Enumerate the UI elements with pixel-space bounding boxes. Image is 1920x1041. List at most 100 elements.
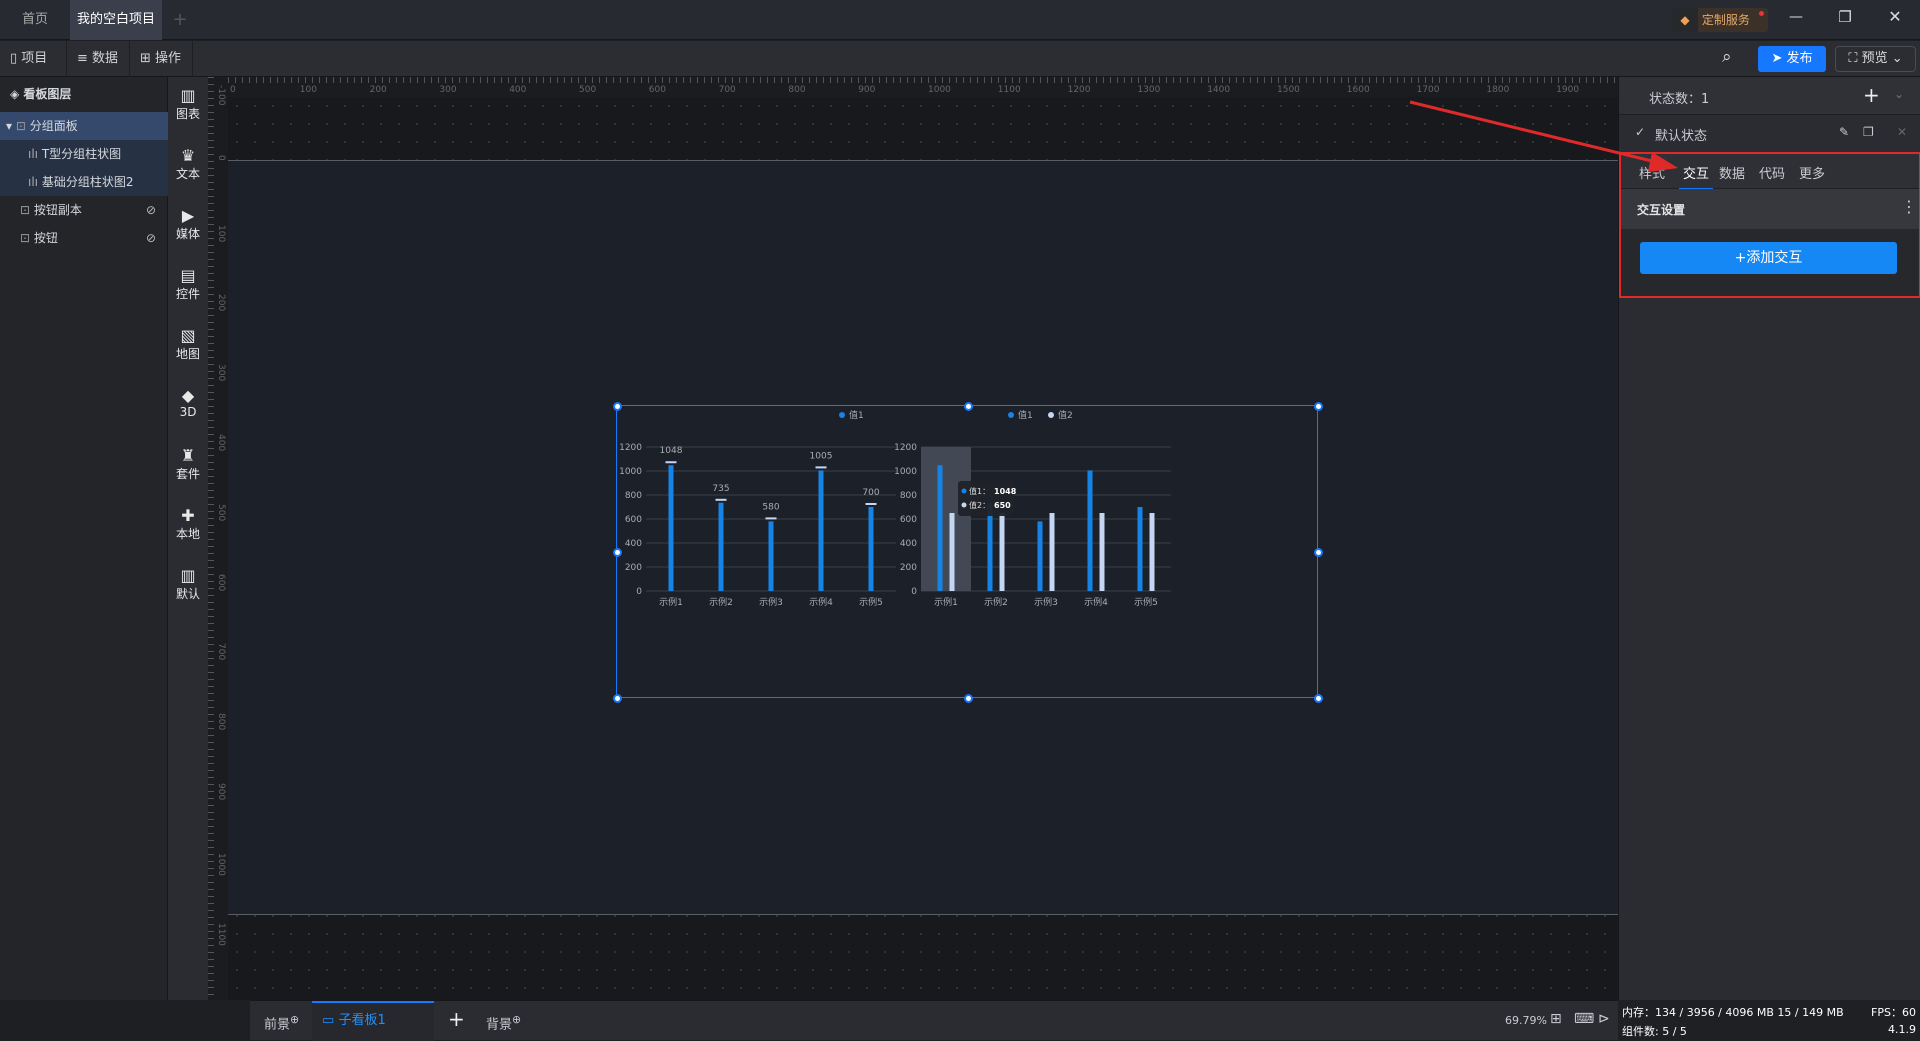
- y-tick-label: 400: [900, 539, 917, 549]
- more-vertical-icon[interactable]: ⋮: [1901, 197, 1917, 216]
- component-bar-chart[interactable]: ▥ 图表: [168, 87, 208, 122]
- restore-button[interactable]: ❐: [1833, 8, 1857, 26]
- layers-icon: ◈: [10, 87, 20, 101]
- ruler-tick: 900: [858, 85, 876, 95]
- subboard-tab[interactable]: ▭ 子看板1: [312, 1001, 434, 1041]
- y-tick-label: 0: [911, 587, 917, 597]
- layer-button-copy[interactable]: ⊡ 按钮副本 ⊘: [0, 196, 168, 224]
- ruler-tick: 700: [718, 85, 736, 95]
- layers-header: ◈ 看板图层: [0, 77, 168, 112]
- add-subboard-button[interactable]: +: [448, 1007, 465, 1031]
- bar: [1099, 513, 1105, 591]
- component-widget[interactable]: ▤ 控件: [168, 267, 208, 302]
- layer-label: T型分组柱状图: [41, 147, 122, 161]
- bar-cap: [715, 498, 727, 501]
- tooltip-value: 650: [994, 501, 1011, 510]
- crown-icon: ♛: [180, 146, 196, 165]
- copy-icon[interactable]: ❐: [1863, 125, 1874, 139]
- bar: [818, 470, 824, 591]
- bar-cap: [815, 466, 827, 469]
- menu-operate[interactable]: ⊞ 操作 ⌄: [130, 41, 193, 102]
- bar-cap: [665, 461, 677, 464]
- tab-0[interactable]: 样式: [1639, 163, 1665, 182]
- menu-data[interactable]: ≡ 数据 ⌄: [67, 41, 130, 102]
- bar: [1049, 513, 1055, 591]
- background-tab[interactable]: 背景⊕: [486, 1013, 521, 1032]
- tab-1[interactable]: 交互: [1679, 163, 1714, 190]
- x-tick-label: 示例2: [709, 596, 733, 608]
- memory-usage: 内存：134 / 3956 / 4096 MB 15 / 149 MB: [1622, 1006, 1844, 1019]
- chevron-down-icon[interactable]: ⌄: [1894, 87, 1904, 101]
- close-button[interactable]: ✕: [1883, 7, 1907, 26]
- shirt-icon: ♜: [180, 446, 196, 465]
- layer-button[interactable]: ⊡ 按钮 ⊘: [0, 224, 168, 252]
- layer-group-panel[interactable]: ▾ ⊡ 分组面板: [0, 112, 168, 140]
- component-label: 默认: [175, 587, 200, 601]
- y-tick-label: 200: [625, 563, 642, 573]
- component-bar-chart[interactable]: ▥ 默认: [168, 567, 208, 602]
- custom-service-button[interactable]: ◆ 定制服务: [1672, 8, 1768, 32]
- hidden-eye-icon[interactable]: ⊘: [146, 196, 156, 224]
- hover-highlight: [921, 447, 971, 591]
- legend-label: 值2: [1058, 409, 1073, 421]
- add-tab-button[interactable]: +: [168, 0, 192, 40]
- bar: [1087, 470, 1093, 591]
- media-icon: ▶: [181, 206, 195, 225]
- data-label: 700: [862, 488, 879, 498]
- map-icon: ▧: [180, 326, 196, 345]
- tab-home[interactable]: 首页: [0, 0, 70, 40]
- minimize-button[interactable]: —: [1784, 9, 1808, 25]
- edit-icon[interactable]: ✎: [1839, 125, 1849, 139]
- panel-tabs: 样式 交互 数据 代码 更多: [1621, 154, 1919, 190]
- legend-marker: [1008, 412, 1014, 418]
- add-circle-icon[interactable]: ⊕: [290, 1013, 299, 1026]
- component-shirt[interactable]: ♜ 套件: [168, 447, 208, 482]
- search-icon[interactable]: ⌕: [1722, 47, 1732, 67]
- tab-3[interactable]: 代码: [1759, 163, 1785, 182]
- ruler-tick: 0: [216, 154, 226, 161]
- terminal-icon[interactable]: ⊳: [1598, 1011, 1610, 1027]
- cube-icon: ◆: [181, 386, 195, 405]
- legend-marker: [839, 412, 845, 418]
- toolbar: ▯ 项目 ⌄ ≡ 数据 ⌄ ⊞ 操作 ⌄ ⌕ ➤ 发布 ⛶ 预览 ⌄: [0, 41, 1920, 102]
- menu-project[interactable]: ▯ 项目 ⌄: [0, 41, 67, 102]
- y-tick-label: 1000: [894, 467, 917, 477]
- button-icon: ⊡: [20, 231, 31, 245]
- component-map[interactable]: ▧ 地图: [168, 327, 208, 362]
- tab-project[interactable]: 我的空白项目: [70, 0, 162, 63]
- layer-t-bar-chart[interactable]: ılı T型分组柱状图: [0, 140, 168, 168]
- delete-icon[interactable]: ✕: [1897, 125, 1907, 139]
- horizontal-ruler: 0 100 200 300 400 500 600 700 800 900 1000 1100 1200…: [228, 77, 1618, 97]
- component-label: 媒体: [175, 227, 200, 241]
- ruler-tick: 100: [299, 85, 317, 95]
- add-interaction-button[interactable]: +添加交互: [1640, 242, 1897, 274]
- bar: [1137, 507, 1143, 591]
- component-count: 组件数: 5 / 5: [1622, 1025, 1687, 1038]
- add-circle-icon[interactable]: ⊕: [512, 1013, 521, 1026]
- y-tick-label: 1200: [619, 443, 642, 453]
- title-bar: 首页 我的空白项目 + ◆ 定制服务 — ❐ ✕: [0, 0, 1920, 63]
- component-crown[interactable]: ♛ 文本: [168, 147, 208, 182]
- keyboard-icon[interactable]: ⌨: [1574, 1011, 1594, 1027]
- group-panel-charts[interactable]: 0 200 400 600 800 1000 1200 示例1 1048 示例2 735 示例3 580…: [616, 405, 1320, 700]
- component-cube[interactable]: ◆ 3D: [168, 386, 208, 420]
- data-label: 1005: [810, 451, 833, 461]
- component-media[interactable]: ▶ 媒体: [168, 207, 208, 242]
- preview-button[interactable]: ⛶ 预览 ⌄: [1835, 46, 1916, 72]
- foreground-tab[interactable]: 前景⊕: [264, 1013, 299, 1032]
- bottom-bar: 前景⊕ ▭ 子看板1 + 背景⊕ 69.79% ⊞ ⌨ ⊳: [250, 1000, 1620, 1041]
- tooltip-marker: [961, 502, 967, 508]
- tab-2[interactable]: 数据: [1719, 163, 1745, 182]
- add-state-icon[interactable]: +: [1863, 83, 1880, 107]
- widget-icon: ▤: [180, 266, 196, 285]
- layer-basic-bar-chart[interactable]: ılı 基础分组柱状图2: [0, 168, 168, 196]
- hidden-eye-icon[interactable]: ⊘: [146, 224, 156, 252]
- component-puzzle[interactable]: ✚ 本地: [168, 507, 208, 542]
- bar-chart-icon: ılı: [28, 175, 39, 189]
- tab-4[interactable]: 更多: [1799, 163, 1825, 182]
- publish-button[interactable]: ➤ 发布: [1758, 46, 1826, 72]
- fit-screen-icon[interactable]: ⊞: [1550, 1011, 1562, 1027]
- default-state-row[interactable]: ✓ 默认状态 ✎ ❐ ✕: [1619, 115, 1920, 152]
- legend-label: 值1: [849, 409, 864, 421]
- ruler-tick: 300: [439, 85, 457, 95]
